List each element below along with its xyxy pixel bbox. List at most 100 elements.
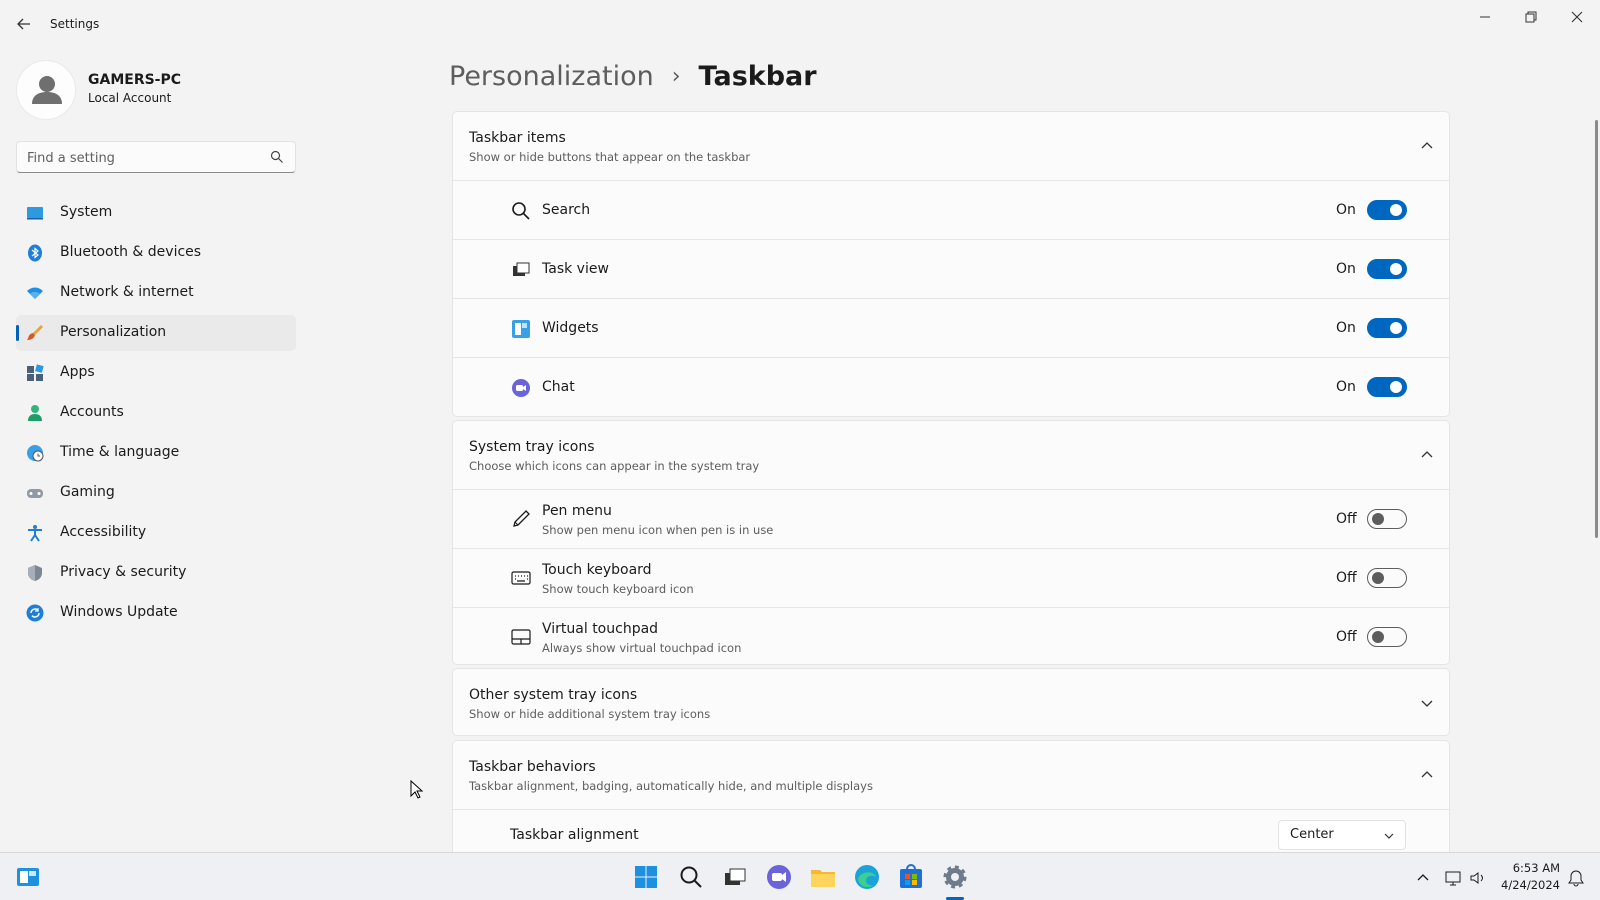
widgets-toggle[interactable] xyxy=(1367,318,1407,338)
system-tray-section: System tray icons Choose which icons can… xyxy=(452,420,1450,665)
pen-menu-toggle[interactable] xyxy=(1367,509,1407,529)
back-button[interactable] xyxy=(14,14,34,34)
settings-gear-icon[interactable] xyxy=(941,863,969,891)
sidebar-item-accounts[interactable]: Accounts xyxy=(16,395,296,431)
other-tray-section[interactable]: Other system tray icons Show or hide add… xyxy=(452,668,1450,736)
close-button[interactable] xyxy=(1554,4,1600,30)
windows-taskbar: 6:53 AM 4/24/2024 xyxy=(0,852,1600,900)
breadcrumb: Personalization › Taskbar xyxy=(449,56,817,96)
chevron-up-icon[interactable] xyxy=(1419,138,1435,154)
search-icon xyxy=(270,150,283,163)
sidebar-item-windows-update[interactable]: Windows Update xyxy=(16,595,296,631)
minimize-icon xyxy=(1480,16,1490,18)
widgets-icon xyxy=(512,320,530,338)
keyboard-icon xyxy=(511,571,531,585)
minimize-button[interactable] xyxy=(1462,4,1508,30)
chevron-up-icon[interactable] xyxy=(1416,871,1430,885)
scrollbar[interactable] xyxy=(1595,120,1598,538)
sidebar-item-gaming[interactable]: Gaming xyxy=(16,475,296,511)
task-view-icon[interactable] xyxy=(721,863,749,891)
chevron-down-icon[interactable] xyxy=(1419,695,1435,711)
setting-label: Task view xyxy=(542,261,609,277)
sidebar-item-apps[interactable]: Apps xyxy=(16,355,296,391)
restore-icon xyxy=(1525,11,1537,23)
section-header[interactable]: Taskbar items Show or hide buttons that … xyxy=(453,112,1449,180)
sidebar-item-label: System xyxy=(60,204,113,220)
apps-icon xyxy=(27,364,44,381)
setting-row-pen-menu: Pen menu Show pen menu icon when pen is … xyxy=(453,489,1449,548)
sidebar-item-label: Windows Update xyxy=(60,604,178,620)
sidebar-item-label: Gaming xyxy=(60,484,115,500)
widgets-icon[interactable] xyxy=(14,863,42,891)
accounts-icon xyxy=(28,405,42,421)
back-arrow-icon xyxy=(17,18,30,30)
mouse-cursor-icon xyxy=(410,780,424,799)
section-description: Show or hide buttons that appear on the … xyxy=(469,150,751,164)
sidebar-item-label: Network & internet xyxy=(60,284,194,300)
section-header[interactable]: System tray icons Choose which icons can… xyxy=(453,421,1449,489)
search-box[interactable] xyxy=(16,141,296,173)
sidebar-item-time-language[interactable]: Time & language xyxy=(16,435,296,471)
sidebar-item-accessibility[interactable]: Accessibility xyxy=(16,515,296,551)
file-explorer-icon[interactable] xyxy=(809,863,837,891)
touchpad-icon xyxy=(511,629,531,645)
setting-row-virtual-touchpad: Virtual touchpad Always show virtual tou… xyxy=(453,607,1449,666)
start-icon[interactable] xyxy=(632,863,660,891)
section-description: Taskbar alignment, badging, automaticall… xyxy=(469,779,873,793)
chat-icon[interactable] xyxy=(765,863,793,891)
section-description: Choose which icons can appear in the sys… xyxy=(469,459,760,473)
chevron-up-icon[interactable] xyxy=(1419,767,1435,783)
search-icon[interactable] xyxy=(677,863,705,891)
setting-row-task-view: Task view On xyxy=(453,239,1449,298)
section-title: Taskbar behaviors xyxy=(469,759,596,775)
setting-row-chat: Chat On xyxy=(453,357,1449,416)
clock[interactable]: 6:53 AM 4/24/2024 xyxy=(1496,860,1560,894)
dropdown-value: Center xyxy=(1290,827,1334,842)
taskbar-alignment-dropdown[interactable]: Center xyxy=(1278,820,1406,850)
chevron-up-icon[interactable] xyxy=(1419,447,1435,463)
toggle-state: On xyxy=(1336,379,1356,395)
section-header[interactable]: Taskbar behaviors Taskbar alignment, bad… xyxy=(453,741,1449,809)
breadcrumb-separator: › xyxy=(671,63,681,89)
restore-button[interactable] xyxy=(1508,4,1554,30)
setting-row-search: Search On xyxy=(453,180,1449,239)
chat-icon xyxy=(512,379,530,397)
sidebar-item-system[interactable]: System xyxy=(16,195,296,231)
profile[interactable]: GAMERS-PC Local Account xyxy=(16,58,296,120)
sidebar-item-network[interactable]: Network & internet xyxy=(16,275,296,311)
store-icon[interactable] xyxy=(897,863,925,891)
breadcrumb-parent[interactable]: Personalization xyxy=(449,61,654,92)
search-toggle[interactable] xyxy=(1367,200,1407,220)
sidebar-item-label: Privacy & security xyxy=(60,564,187,580)
sidebar-item-privacy[interactable]: Privacy & security xyxy=(16,555,296,591)
toggle-state: On xyxy=(1336,261,1356,277)
taskbar-behaviors-section: Taskbar behaviors Taskbar alignment, bad… xyxy=(452,740,1450,860)
toggle-state: Off xyxy=(1336,629,1357,645)
sidebar-item-label: Time & language xyxy=(60,444,180,460)
task-view-toggle[interactable] xyxy=(1367,259,1407,279)
sidebar-item-label: Accessibility xyxy=(60,524,147,540)
edge-icon[interactable] xyxy=(853,863,881,891)
wifi-icon xyxy=(27,287,43,299)
section-title: Taskbar items xyxy=(469,130,566,146)
search-input[interactable] xyxy=(27,148,257,168)
setting-label: Pen menu xyxy=(542,503,612,519)
chat-toggle[interactable] xyxy=(1367,377,1407,397)
title-bar: Settings xyxy=(0,0,1600,48)
setting-label: Touch keyboard xyxy=(542,562,652,578)
setting-row-touch-keyboard: Touch keyboard Show touch keyboard icon … xyxy=(453,548,1449,607)
network-icon[interactable] xyxy=(1444,869,1462,887)
volume-icon[interactable] xyxy=(1469,869,1487,887)
virtual-touchpad-toggle[interactable] xyxy=(1367,627,1407,647)
gamepad-icon xyxy=(27,489,43,498)
profile-name: GAMERS-PC xyxy=(88,72,182,88)
sidebar-item-bluetooth[interactable]: Bluetooth & devices xyxy=(16,235,296,271)
notification-bell-icon[interactable] xyxy=(1567,869,1585,887)
search-icon xyxy=(512,202,530,220)
touch-keyboard-toggle[interactable] xyxy=(1367,568,1407,588)
setting-label: Virtual touchpad xyxy=(542,621,659,637)
sidebar-item-personalization[interactable]: Personalization xyxy=(16,315,296,351)
close-icon xyxy=(1571,11,1583,23)
chevron-down-icon xyxy=(1384,833,1394,839)
sidebar-item-label: Personalization xyxy=(60,324,167,340)
